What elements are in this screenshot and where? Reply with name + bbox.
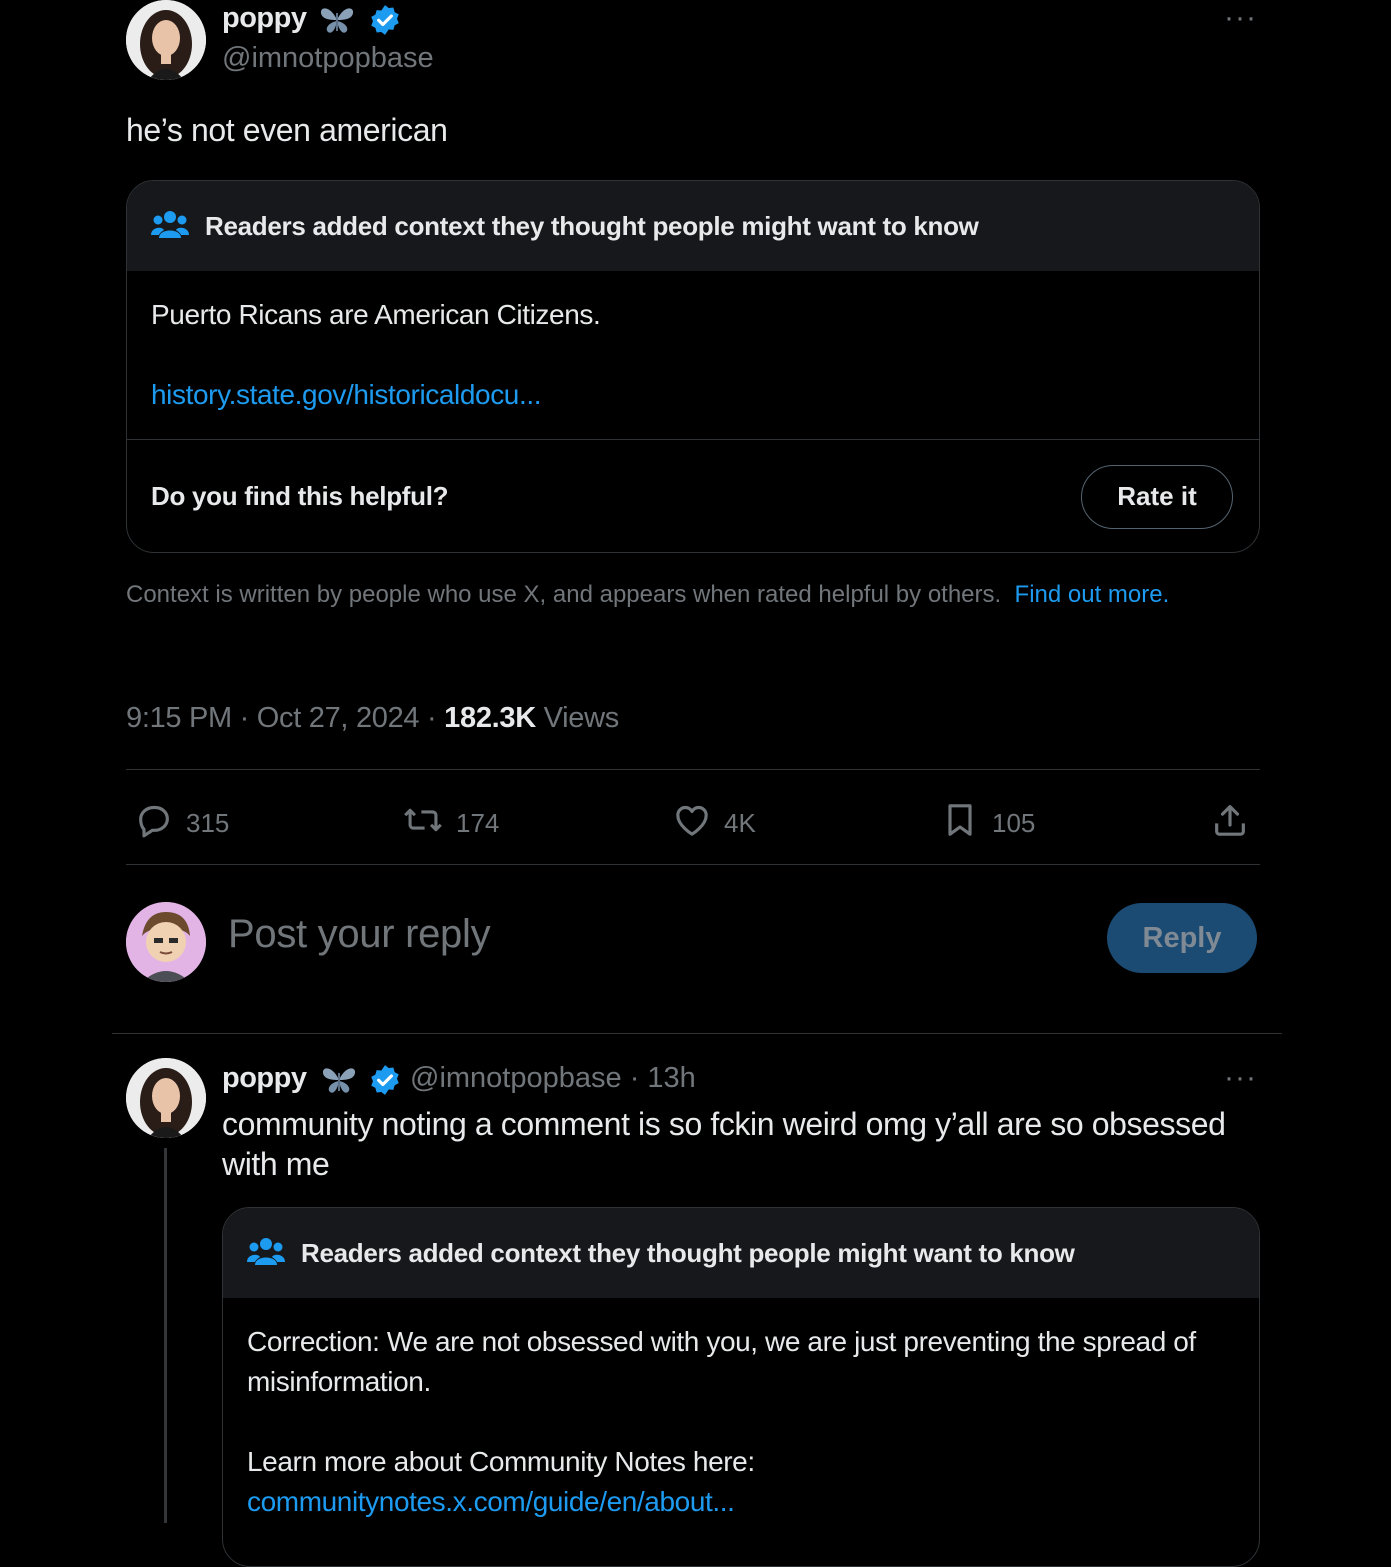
author-handle[interactable]: @imnotpopbase	[222, 42, 434, 75]
reply-count: 315	[186, 808, 230, 838]
learn-more-text: Learn more about Community Notes here:	[247, 1446, 755, 1477]
reply-time-ago[interactable]: · 13h	[630, 1062, 696, 1094]
views-label: Views	[543, 702, 620, 734]
reply-author-avatar[interactable]	[126, 1058, 206, 1138]
reply-input[interactable]: Post your reply	[228, 912, 491, 957]
community-note-header: Readers added context they thought peopl…	[127, 181, 1259, 271]
find-out-more-link[interactable]: Find out more.	[1015, 581, 1170, 608]
community-note-header: Readers added context they thought peopl…	[223, 1208, 1259, 1298]
rate-it-button[interactable]: Rate it	[1081, 464, 1233, 529]
community-note-text: Correction: We are not obsessed with you…	[247, 1326, 1196, 1397]
repost-icon	[402, 800, 456, 847]
divider	[126, 769, 1260, 770]
context-disclaimer-text: Context is written by people who use X, …	[126, 581, 1002, 608]
community-note-link[interactable]: communitynotes.x.com/guide/en/about...	[247, 1482, 1235, 1522]
views-count: 182.3K	[444, 702, 536, 734]
like-count: 4K	[724, 808, 756, 838]
reply-author-meta: @imnotpopbase · 13h	[410, 1062, 696, 1095]
tweet-time[interactable]: 9:15 PM	[126, 702, 232, 734]
butterfly-icon	[318, 4, 356, 41]
community-note: Readers added context they thought peopl…	[126, 180, 1260, 553]
meta-separator: ·	[239, 702, 250, 734]
divider	[126, 864, 1260, 865]
repost-count: 174	[456, 808, 500, 838]
share-action[interactable]	[1210, 800, 1262, 847]
author-name[interactable]: poppy	[222, 2, 307, 35]
author-avatar[interactable]	[126, 0, 206, 80]
like-action[interactable]: 4K	[672, 800, 756, 847]
divider	[112, 1033, 1282, 1034]
context-disclaimer: Context is written by people who use X, …	[126, 578, 1236, 611]
more-options-icon[interactable]: ···	[1224, 3, 1257, 33]
user-avatar[interactable]	[126, 902, 206, 982]
reply-button[interactable]: Reply	[1107, 903, 1257, 973]
reply-tweet-text: community noting a comment is so fckin w…	[222, 1106, 1226, 1182]
community-note-text: Puerto Ricans are American Citizens.	[151, 299, 601, 330]
meta-separator: ·	[427, 702, 437, 734]
bookmark-icon	[940, 800, 992, 847]
tweet-date[interactable]: Oct 27, 2024	[257, 702, 420, 734]
verified-badge-icon[interactable]	[368, 1063, 402, 1102]
community-note-title: Readers added context they thought peopl…	[301, 1237, 1075, 1268]
community-notes-icon	[247, 1235, 285, 1272]
tweet-text: he’s not even american	[126, 112, 448, 148]
community-note-title: Readers added context they thought peopl…	[205, 210, 979, 241]
community-notes-icon	[151, 208, 189, 245]
thread-line	[164, 1148, 167, 1523]
more-options-icon[interactable]: ···	[1224, 1063, 1257, 1093]
share-icon	[1210, 800, 1262, 847]
tweet-meta: 9:15 PM · Oct 27, 2024 · 182.3K Views	[126, 702, 619, 735]
heart-icon	[672, 800, 724, 847]
bookmark-count: 105	[992, 808, 1036, 838]
repost-action[interactable]: 174	[402, 800, 499, 847]
reply-action[interactable]: 315	[134, 800, 229, 847]
bookmark-action[interactable]: 105	[940, 800, 1035, 847]
reply-author-name[interactable]: poppy	[222, 1062, 307, 1095]
verified-badge-icon[interactable]	[368, 3, 402, 42]
reply-author-handle[interactable]: @imnotpopbase	[410, 1062, 622, 1094]
reply-icon	[134, 800, 186, 847]
reply-community-note: Readers added context they thought peopl…	[222, 1207, 1260, 1567]
community-note-link[interactable]: history.state.gov/historicaldocu...	[151, 375, 1235, 415]
butterfly-icon	[320, 1064, 358, 1101]
helpful-question: Do you find this helpful?	[151, 481, 449, 511]
